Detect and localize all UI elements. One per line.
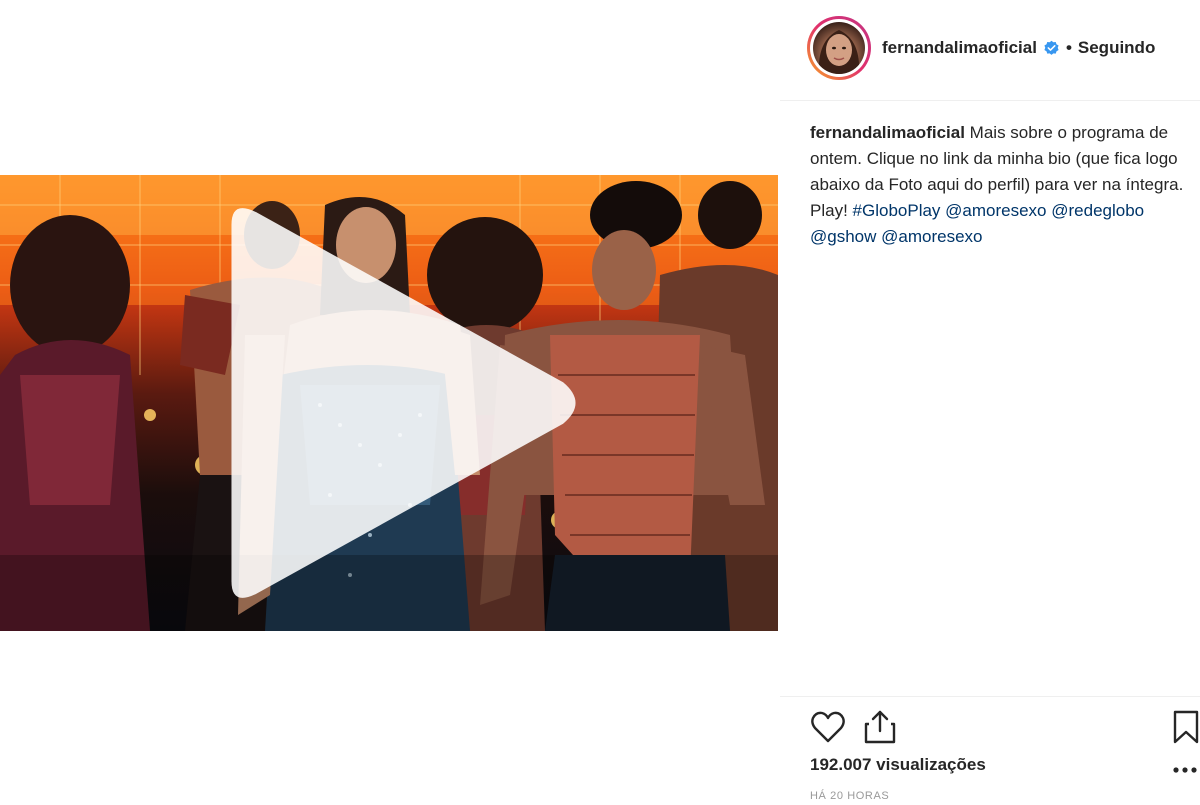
avatar-photo [813,22,865,74]
heart-icon[interactable] [810,710,846,744]
verified-badge-icon [1044,40,1059,55]
post-author-row: fernandalimaoficial • Seguindo [882,38,1155,58]
avatar-border [810,19,868,77]
post-actions-bar [780,696,1200,757]
view-count[interactable]: 192.007 visualizações [810,755,986,775]
following-button[interactable]: Seguindo [1078,38,1155,58]
author-username[interactable]: fernandalimaoficial [882,38,1037,58]
post-timestamp[interactable]: HÁ 20 HORAS [810,790,889,802]
post-caption: fernandalimaoficial Mais sobre o program… [810,120,1190,250]
caption-mention-amoresexo-2[interactable]: @amoresexo [881,227,982,246]
caption-mention-redeglobo[interactable]: @redeglobo [1051,201,1144,220]
more-options-icon[interactable] [1172,760,1198,780]
caption-mention-gshow[interactable]: @gshow [810,227,876,246]
bookmark-icon[interactable] [1172,709,1200,745]
share-icon[interactable] [863,709,897,745]
video-player[interactable] [0,175,778,631]
avatar-face [818,30,860,74]
media-panel [0,0,780,805]
avatar[interactable] [807,16,871,80]
caption-username[interactable]: fernandalimaoficial [810,123,965,142]
play-icon[interactable] [0,175,778,631]
separator-dot: • [1065,38,1072,57]
post-side-panel: fernandalimaoficial • Seguindo fernandal… [780,0,1200,805]
caption-hashtag-globoplay[interactable]: #GloboPlay [853,201,941,220]
post-header: fernandalimaoficial • Seguindo [780,0,1200,101]
caption-mention-amoresexo[interactable]: @amoresexo [945,201,1046,220]
